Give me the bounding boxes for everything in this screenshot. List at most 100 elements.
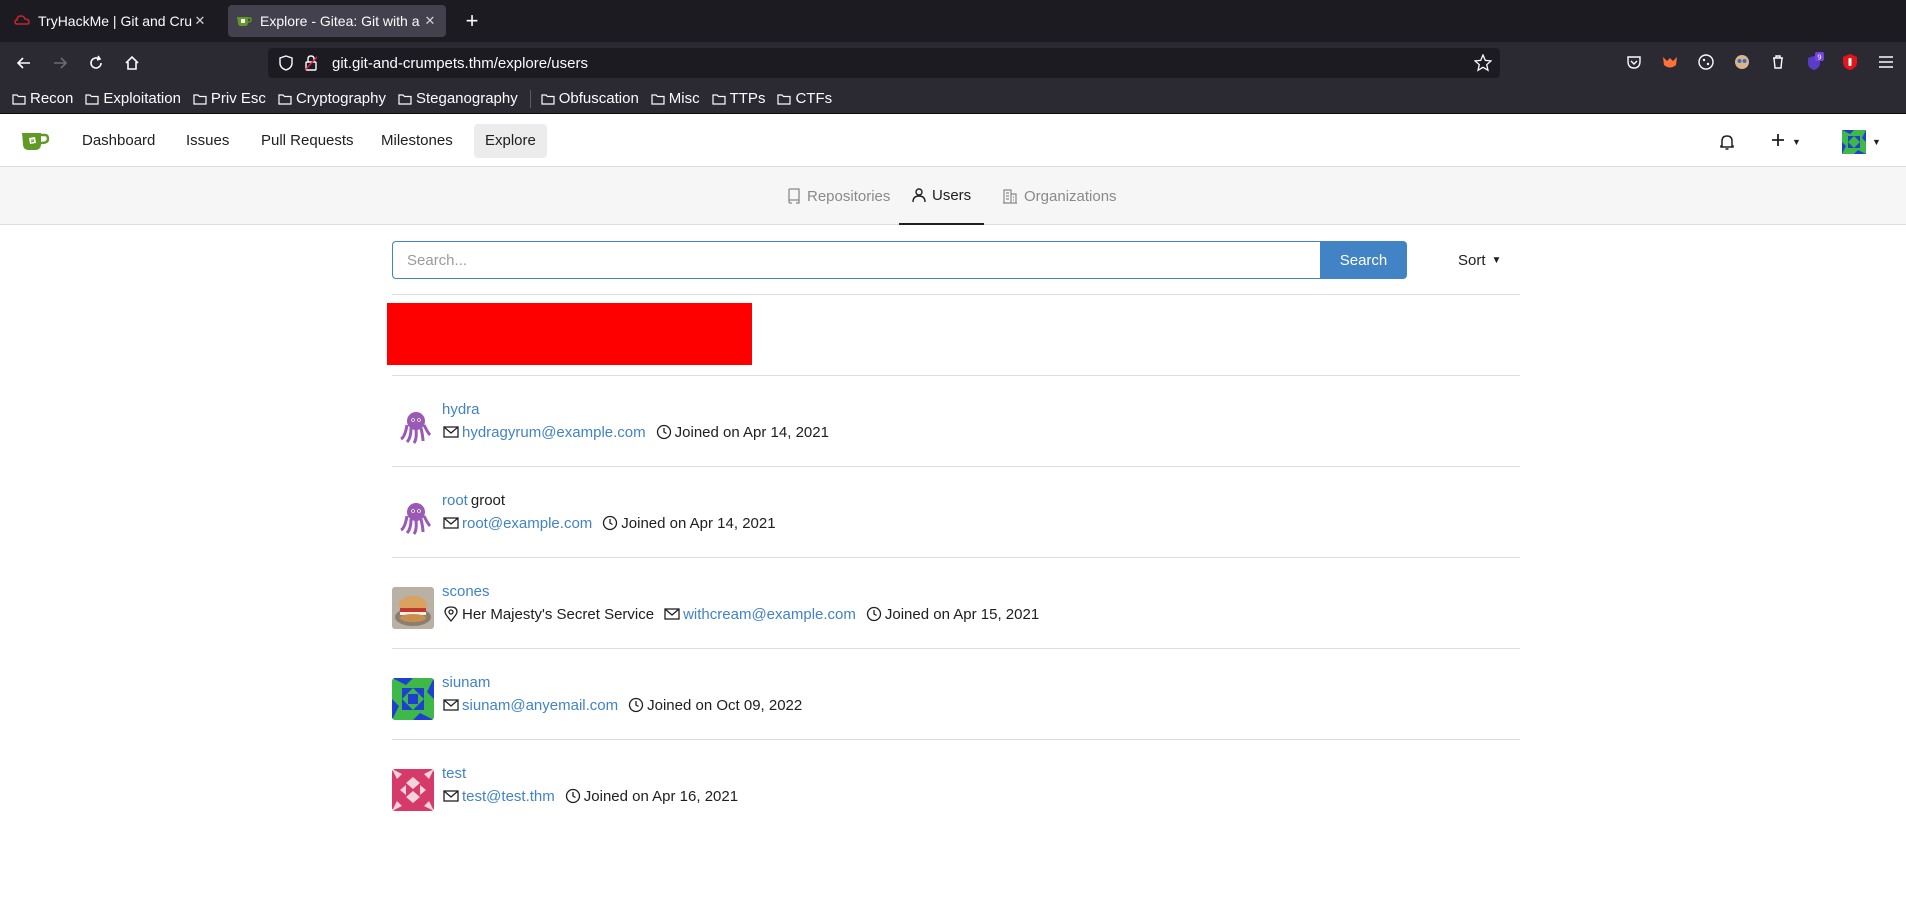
user-list-item: siunam siunam@anyemail.com Joined on Oct… — [392, 656, 1520, 746]
cookie-icon[interactable] — [1696, 52, 1716, 72]
username-link[interactable]: hydra — [442, 401, 480, 418]
tab-repositories[interactable]: Repositories — [774, 167, 903, 225]
nav-dashboard[interactable]: Dashboard — [71, 124, 166, 158]
bookmark-folder-exploitation[interactable]: Exploitation — [85, 90, 181, 107]
username-link[interactable]: siunam — [442, 674, 490, 691]
email-link[interactable]: root@example.com — [462, 515, 592, 532]
menu-icon[interactable] — [1876, 52, 1896, 72]
username-link[interactable]: root groot — [442, 492, 505, 509]
user-avatar[interactable] — [392, 678, 434, 720]
user-list-item: test test@test.thm Joined on Apr 16, 202… — [392, 747, 1520, 837]
folder-icon — [541, 93, 555, 105]
user-avatar[interactable] — [392, 405, 434, 447]
folder-icon — [777, 93, 792, 105]
username[interactable]: hydra — [442, 401, 480, 418]
nav-issues[interactable]: Issues — [175, 124, 240, 158]
shield-icon[interactable] — [278, 55, 294, 71]
bookmark-folder-ttps[interactable]: TTPs — [712, 90, 766, 107]
user-meta: root@example.com Joined on Apr 14, 2021 — [442, 514, 776, 532]
bookmark-label: TTPs — [729, 90, 766, 107]
close-tab-icon[interactable]: ✕ — [422, 13, 438, 29]
folder-icon — [651, 93, 665, 105]
bookmark-folder-ctfs[interactable]: CTFs — [777, 90, 832, 107]
user-list-item: root groot root@example.com Joined on Apr… — [392, 474, 1520, 564]
forward-icon[interactable] — [48, 51, 72, 75]
clock-icon — [601, 514, 619, 532]
username-link[interactable]: scones — [442, 583, 490, 600]
divider — [392, 466, 1520, 467]
explore-subnav: Repositories Users Organizations — [0, 167, 1906, 225]
bookmark-folder-priv-esc[interactable]: Priv Esc — [193, 90, 266, 107]
sort-dropdown[interactable]: Sort ▼ — [1458, 241, 1501, 279]
browser-tab-gitea[interactable]: Explore - Gitea: Git with a cup of tea ✕ — [228, 5, 446, 37]
email-link[interactable]: hydragyrum@example.com — [462, 424, 646, 441]
username[interactable]: siunam — [442, 674, 490, 691]
address-bar[interactable]: git.git-and-crumpets.thm/explore/users — [268, 48, 1500, 78]
lock-icon[interactable] — [304, 55, 318, 71]
divider — [392, 375, 1520, 376]
close-tab-icon[interactable]: ✕ — [192, 13, 208, 29]
email-link[interactable]: test@test.thm — [462, 788, 555, 805]
bookmark-folder-obfuscation[interactable]: Obfuscation — [541, 90, 639, 107]
email-link[interactable]: siunam@anyemail.com — [462, 697, 618, 714]
tab-users[interactable]: Users — [899, 167, 985, 225]
nav-explore[interactable]: Explore — [474, 124, 547, 158]
username[interactable]: root — [442, 492, 468, 509]
user-avatar[interactable] — [392, 587, 434, 629]
new-tab-button[interactable]: + — [460, 8, 484, 34]
username-link[interactable]: test — [442, 765, 466, 782]
joined-date: Joined on Apr 14, 2021 — [621, 514, 776, 532]
bookmark-label: Cryptography — [295, 90, 386, 107]
pocket-icon[interactable] — [1624, 52, 1644, 72]
bookmark-star-icon[interactable] — [1473, 53, 1493, 76]
user-menu[interactable]: ▼ — [1842, 130, 1881, 154]
search-button[interactable]: Search — [1320, 241, 1407, 279]
organization-icon — [1003, 189, 1017, 204]
gitea-icon — [236, 13, 252, 29]
plus-icon — [1770, 132, 1786, 153]
gitea-logo-icon[interactable] — [20, 128, 50, 154]
joined-date: Joined on Oct 09, 2022 — [647, 696, 803, 714]
home-icon[interactable] — [120, 51, 144, 75]
tab-organizations[interactable]: Organizations — [989, 167, 1130, 225]
bookmark-folder-steganography[interactable]: Steganography — [398, 90, 518, 107]
back-icon[interactable] — [12, 51, 36, 75]
user-avatar[interactable] — [392, 496, 434, 538]
person-icon — [912, 188, 926, 203]
username[interactable]: scones — [442, 583, 490, 600]
nav-milestones[interactable]: Milestones — [370, 124, 464, 158]
nav-pull-requests[interactable]: Pull Requests — [250, 124, 365, 158]
search-input[interactable] — [392, 241, 1320, 279]
trash-icon[interactable] — [1768, 52, 1788, 72]
clock-icon — [655, 423, 673, 441]
location-icon — [442, 605, 460, 623]
bookmark-folder-recon[interactable]: Recon — [12, 90, 73, 107]
ublock-icon[interactable] — [1840, 52, 1860, 72]
tab-label: Users — [932, 186, 972, 204]
wappalyzer-icon[interactable] — [1732, 52, 1752, 72]
user-meta: Her Majesty's Secret Service withcream@e… — [442, 605, 1039, 623]
folder-icon — [193, 93, 207, 105]
folder-icon — [278, 93, 292, 105]
joined-date: Joined on Apr 15, 2021 — [884, 605, 1040, 623]
bookmark-folder-cryptography[interactable]: Cryptography — [278, 90, 386, 107]
divider — [392, 294, 1520, 295]
url-path: /explore/users — [493, 54, 588, 72]
full-name: groot — [470, 492, 506, 509]
notifications-bell-icon[interactable] — [1718, 130, 1736, 154]
create-new-menu[interactable]: ▼ — [1770, 130, 1801, 154]
bookmarks-toolbar: Recon Exploitation Priv Esc Cryptography… — [0, 84, 1906, 114]
caret-down-icon: ▼ — [1872, 137, 1881, 147]
username[interactable]: test — [442, 765, 466, 782]
mail-icon — [442, 787, 460, 805]
extension-badge: 9 — [1817, 54, 1821, 62]
reload-icon[interactable] — [84, 51, 108, 75]
extension-shield-icon[interactable]: 9 — [1804, 52, 1824, 72]
user-avatar[interactable] — [392, 769, 434, 811]
mail-icon — [442, 696, 460, 714]
bookmark-folder-misc[interactable]: Misc — [651, 90, 700, 107]
email-link[interactable]: withcream@example.com — [683, 606, 856, 623]
user-meta: siunam@anyemail.com Joined on Oct 09, 20… — [442, 696, 802, 714]
foxyproxy-icon[interactable] — [1660, 52, 1680, 72]
browser-tab-tryhackme[interactable]: TryHackMe | Git and Crumpets ✕ — [6, 5, 216, 37]
